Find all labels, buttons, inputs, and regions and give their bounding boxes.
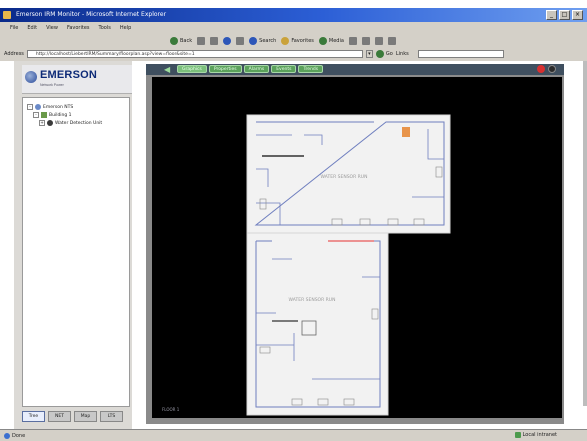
floor-label: FLOOR 1 [162,407,180,412]
status-left: Done [4,432,26,439]
title-bar: Emerson IRM Monitor - Microsoft Internet… [0,8,587,22]
ie-icon [3,11,11,19]
water-sensor-icon [47,120,53,126]
tab-properties[interactable]: Properties [208,65,242,73]
tab-events[interactable]: Events [271,65,297,73]
floor-tabs: Graphics Properties Alarms Events Trends [177,65,324,73]
tree-item-site[interactable]: - Emerson NTS [27,104,73,110]
tab-lts[interactable]: LTS [100,411,123,422]
menu-tools[interactable]: Tools [99,25,111,31]
vertical-scrollbar[interactable] [583,61,587,406]
forward-arrow-icon[interactable] [197,37,206,45]
tab-trends[interactable]: Trends [298,65,324,73]
minimize-button[interactable]: _ [546,10,557,20]
search-icon [249,37,258,45]
emerson-logo: EMERSON Network Power [22,65,132,94]
left-tab-row: Tree NET Map LTS [22,411,123,422]
lower-room [246,232,389,416]
star-icon [281,37,290,45]
menu-favorites[interactable]: Favorites [67,25,90,31]
links-label[interactable]: Links [396,51,409,57]
tab-tree[interactable]: Tree [22,411,45,422]
search-button[interactable]: Search [249,37,276,45]
status-bar: Done Local intranet [0,429,587,441]
mail-icon[interactable] [361,37,370,45]
brand-subtitle: Network Power [40,83,64,87]
menu-bar: File Edit View Favorites Tools Help [0,22,587,34]
address-dropdown[interactable]: ▾ [365,50,373,58]
lower-zone-label: WATER SENSOR RUN [289,297,336,303]
globe-icon [35,104,41,110]
stop-icon[interactable] [210,37,219,45]
tree-item-building[interactable]: - Building 1 [33,112,72,118]
go-arrow-icon [375,50,384,58]
media-button[interactable]: Media [318,37,344,45]
tab-graphics[interactable]: Graphics [177,65,207,73]
address-bar: Address http://localhost/LiebertIRM/Summ… [0,48,587,60]
edit-icon[interactable] [387,37,396,45]
floor-plan-frame: ◀ Graphics Properties Alarms Events Tren… [146,64,564,424]
close-button[interactable]: × [572,10,583,20]
left-panel: EMERSON Network Power - Emerson NTS - Bu… [14,61,132,429]
maximize-button[interactable]: □ [559,10,570,20]
page-content: EMERSON Network Power - Emerson NTS - Bu… [0,61,587,429]
collapse-toggle-icon[interactable]: - [27,104,33,110]
tab-map[interactable]: Map [74,411,97,422]
floor-plan-canvas[interactable]: WATER SENSOR RUN WATER SENSOR RUN FLOOR … [152,77,562,418]
upper-room [246,114,451,234]
address-input[interactable]: http://localhost/LiebertIRM/Summary/floo… [26,50,363,58]
back-arrow-icon [170,37,178,45]
back-button[interactable]: Back [170,37,192,45]
page-done-icon [4,432,10,439]
address-label: Address [4,51,24,57]
print-icon[interactable] [374,37,383,45]
collapse-toggle-icon[interactable]: - [33,112,39,118]
browser-window: Emerson IRM Monitor - Microsoft Internet… [0,8,587,441]
menu-file[interactable]: File [10,25,18,31]
tree-item-label: Water Detection Unit [55,120,103,126]
history-icon[interactable] [348,37,357,45]
favorites-button[interactable]: Favorites [281,37,314,45]
floor-tab-bar: ◀ Graphics Properties Alarms Events Tren… [146,64,564,75]
tree-item-device[interactable]: + Water Detection Unit [39,120,102,126]
search-label: Search [259,38,277,44]
tree-item-label: Building 1 [49,112,72,118]
brand-name: EMERSON [40,69,98,81]
menu-help[interactable]: Help [120,25,131,31]
zone-text: Local intranet [522,432,557,438]
go-button[interactable]: Go [375,50,393,58]
status-zone: Local intranet [514,432,557,438]
tab-net[interactable]: NET [48,411,71,422]
status-text: Done [12,432,26,439]
upper-zone-label: WATER SENSOR RUN [321,174,368,180]
menu-view[interactable]: View [46,25,58,31]
tree-item-label: Emerson NTS [43,104,74,110]
expand-toggle-icon[interactable]: + [39,120,45,126]
back-label: Back [180,38,193,44]
close-icon[interactable] [548,65,556,73]
floor-plan-drawing: WATER SENSOR RUN WATER SENSOR RUN [246,114,451,416]
help-icon[interactable] [537,65,545,73]
alarm-marker-icon [402,127,410,137]
media-label: Media [328,38,344,44]
window-controls: _ □ × [546,10,583,20]
back-arrow-icon[interactable]: ◀ [164,65,173,74]
go-label: Go [385,51,393,57]
refresh-icon[interactable] [223,37,232,45]
favorites-label: Favorites [291,38,314,44]
home-icon[interactable] [236,37,245,45]
frame-icons [537,65,556,73]
navigation-tree: - Emerson NTS - Building 1 + Water Detec… [22,97,130,407]
building-icon [41,112,47,118]
window-title: Emerson IRM Monitor - Microsoft Internet… [16,11,167,18]
emerson-logo-icon [25,71,37,83]
menu-edit[interactable]: Edit [27,25,37,31]
toolbar-search-box[interactable] [417,50,504,58]
tab-alarms[interactable]: Alarms [243,65,270,73]
toolbar: Back Search Favorites Media [0,34,587,48]
intranet-zone-icon [514,432,521,438]
media-icon [318,37,327,45]
